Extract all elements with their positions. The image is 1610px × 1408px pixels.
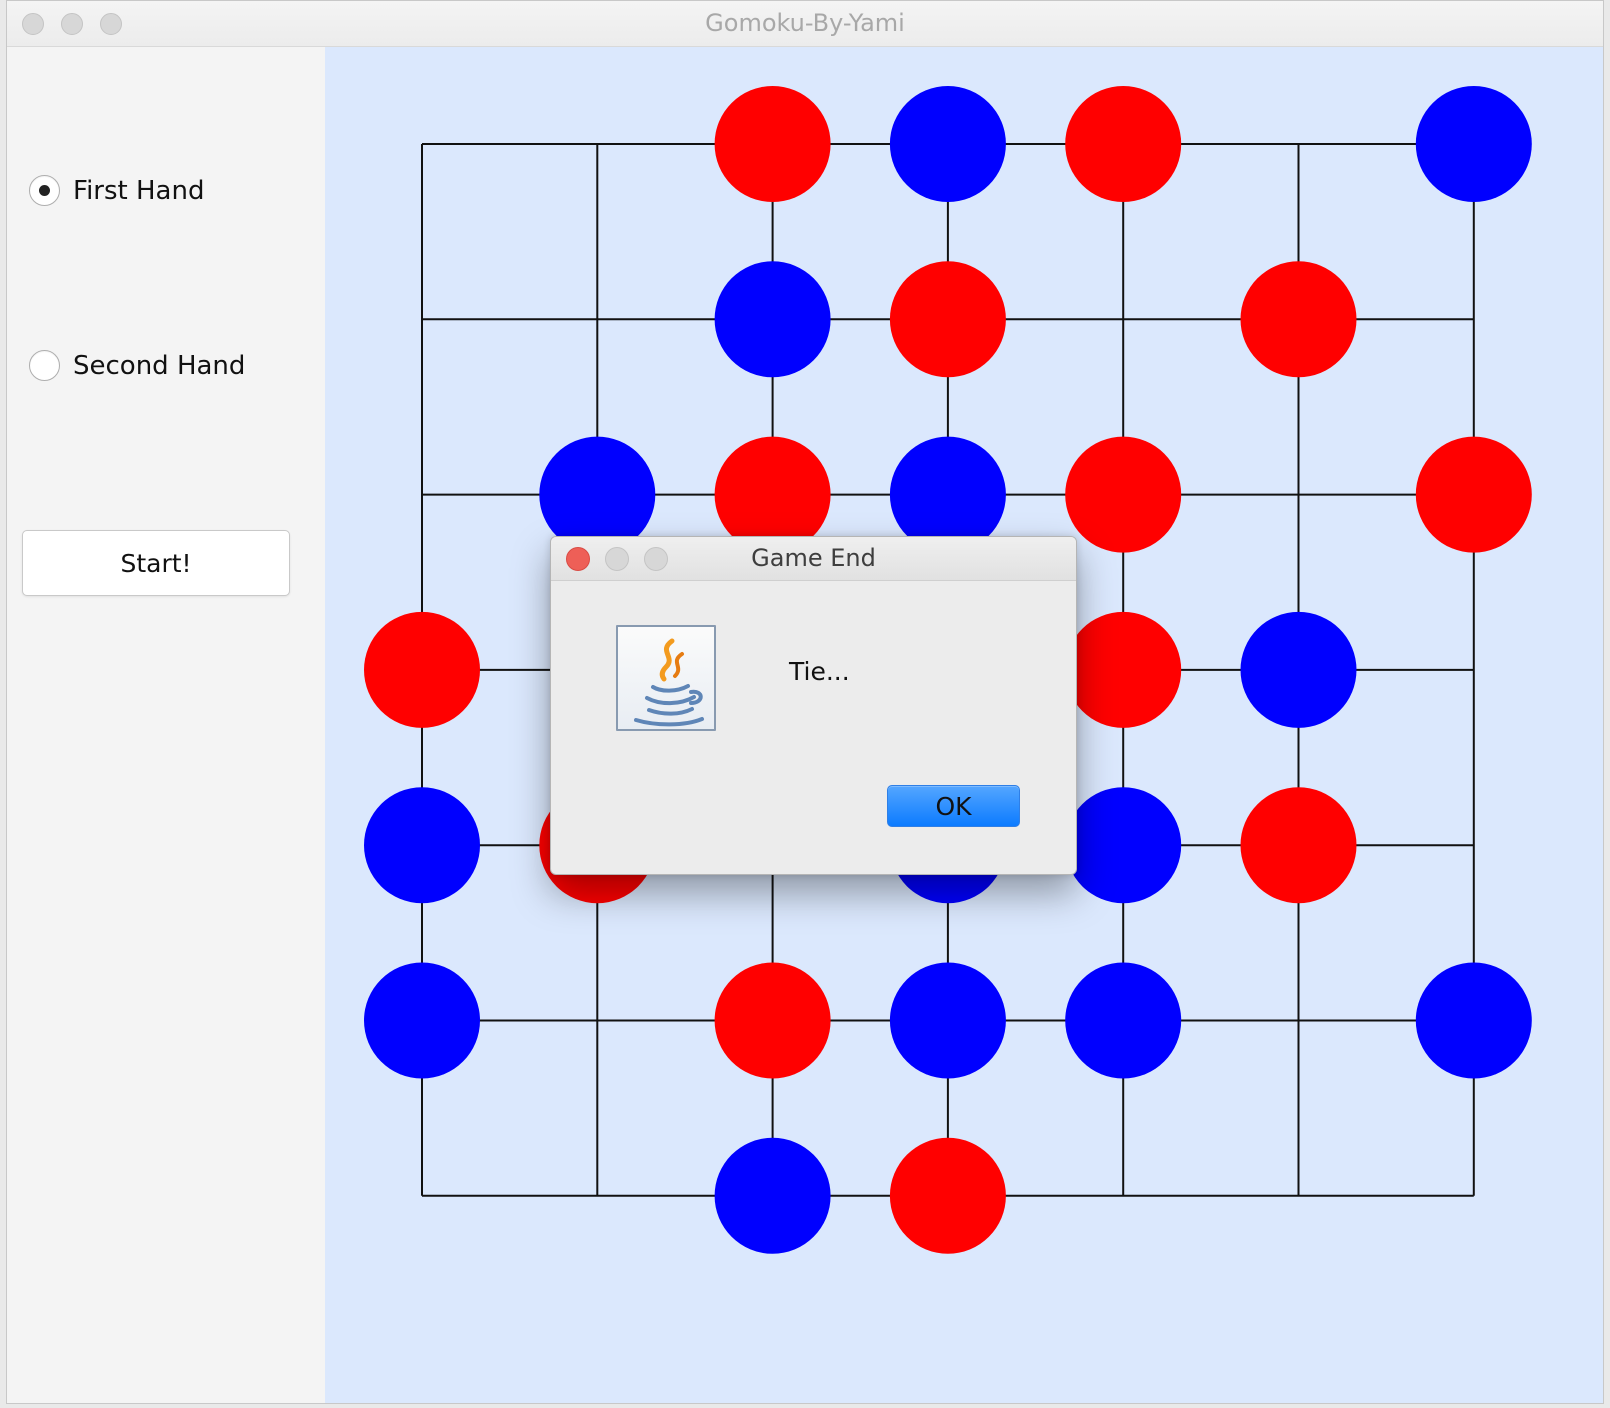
red-stone <box>1065 436 1182 553</box>
red-stone <box>1065 611 1182 728</box>
second-hand-radio[interactable] <box>29 350 60 381</box>
red-stone <box>889 1137 1006 1254</box>
red-stone <box>1065 86 1182 202</box>
main-window: Gomoku-By-Yami First Hand Second Hand St… <box>6 0 1604 1404</box>
window-titlebar[interactable]: Gomoku-By-Yami <box>7 1 1603 47</box>
window-title: Gomoku-By-Yami <box>705 9 905 37</box>
red-stone <box>1240 261 1357 378</box>
game-end-dialog: Game End Tie... OK <box>550 536 1077 875</box>
red-stone <box>1415 436 1532 553</box>
red-stone <box>1240 787 1357 904</box>
java-icon <box>616 625 716 731</box>
ok-button[interactable]: OK <box>887 785 1020 827</box>
second-hand-option[interactable]: Second Hand <box>29 350 245 381</box>
blue-stone <box>1065 787 1182 904</box>
blue-stone <box>1240 611 1357 728</box>
blue-stone <box>714 1137 831 1254</box>
dialog-message: Tie... <box>789 657 850 686</box>
red-stone <box>889 261 1006 378</box>
blue-stone <box>889 962 1006 1079</box>
start-button[interactable]: Start! <box>22 530 290 596</box>
sidebar: First Hand Second Hand Start! <box>7 47 325 1403</box>
first-hand-option[interactable]: First Hand <box>29 175 204 206</box>
red-stone <box>714 962 831 1079</box>
blue-stone <box>714 261 831 378</box>
blue-stone <box>1415 86 1532 202</box>
blue-stone <box>889 86 1006 202</box>
red-stone <box>364 611 480 728</box>
radio-selected-dot <box>39 185 50 196</box>
second-hand-label: Second Hand <box>73 350 246 381</box>
red-stone <box>714 86 831 202</box>
blue-stone <box>364 962 480 1079</box>
first-hand-label: First Hand <box>73 175 205 206</box>
blue-stone <box>1415 962 1532 1079</box>
blue-stone <box>1065 962 1182 1079</box>
blue-stone <box>364 787 480 904</box>
first-hand-radio[interactable] <box>29 175 60 206</box>
java-cup-icon <box>634 638 704 727</box>
dialog-titlebar[interactable]: Game End <box>551 537 1076 581</box>
dialog-title: Game End <box>751 544 876 572</box>
